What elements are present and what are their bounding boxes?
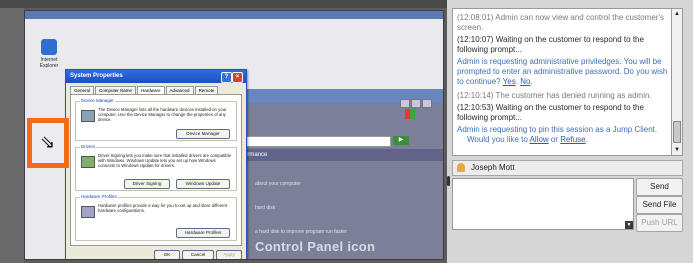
group-title: Hardware Profiles bbox=[80, 194, 118, 199]
left-strip bbox=[0, 8, 24, 263]
control-panel-big-text: Control Panel icon bbox=[255, 239, 376, 254]
remote-screen-view[interactable]: Internet Explorer ▶ Performance about yo… bbox=[24, 10, 444, 260]
hardware-profiles-icon bbox=[81, 206, 95, 218]
participant-row[interactable]: Joseph Mott bbox=[452, 160, 683, 176]
scroll-thumb[interactable] bbox=[673, 121, 681, 143]
device-manager-icon bbox=[81, 110, 95, 122]
allow-link[interactable]: Allow bbox=[530, 135, 549, 144]
chat-line: Admin is requesting to pin this session … bbox=[457, 125, 658, 134]
control-panel-window: ▶ Performance about your computer hard d… bbox=[225, 89, 443, 259]
help-icon[interactable]: ? bbox=[221, 72, 232, 83]
tab-general[interactable]: General bbox=[70, 86, 95, 94]
internet-explorer-desktop-icon[interactable]: Internet Explorer bbox=[31, 39, 67, 69]
windows-update-button[interactable]: Windows Update bbox=[176, 179, 230, 189]
chat-input[interactable]: ▼ bbox=[452, 178, 634, 230]
hardware-profiles-group: Hardware Profiles Hardware profiles prov… bbox=[75, 194, 237, 241]
desktop-icon-label: Internet Explorer bbox=[39, 57, 59, 69]
driver-signing-button[interactable]: Driver Signing bbox=[124, 179, 170, 189]
group-text: The Device Manager lists all the hardwar… bbox=[98, 107, 227, 122]
control-panel-text-2: hard disk bbox=[255, 205, 276, 211]
hardware-profiles-button[interactable]: Hardware Profiles bbox=[176, 228, 230, 238]
logo-watermark bbox=[628, 137, 670, 151]
close-icon[interactable] bbox=[422, 99, 432, 108]
chat-log[interactable]: (12:08:01) Admin can now view and contro… bbox=[452, 8, 672, 156]
send-button[interactable]: Send bbox=[636, 178, 683, 196]
push-url-button[interactable]: Push URL bbox=[636, 214, 683, 232]
tab-computer-name[interactable]: Computer Name bbox=[95, 86, 137, 94]
control-panel-text-3: a hard disk to improve program run faste… bbox=[255, 229, 347, 235]
dialog-titlebar: System Properties ? × bbox=[66, 70, 246, 83]
close-icon[interactable]: × bbox=[232, 72, 243, 83]
group-title: Device Manager bbox=[80, 98, 115, 103]
group-text: Hardware profiles provide a way for you … bbox=[98, 203, 228, 213]
chevron-down-icon[interactable]: ▼ bbox=[625, 221, 633, 229]
apply-button[interactable]: Apply bbox=[216, 250, 242, 259]
chat-line: (12:10:14) The customer has denied runni… bbox=[457, 91, 652, 100]
tab-remote[interactable]: Remote bbox=[194, 86, 219, 94]
tab-hardware[interactable]: Hardware bbox=[137, 86, 165, 94]
control-panel-strip: Performance bbox=[229, 149, 443, 161]
support-console: Internet Explorer ▶ Performance about yo… bbox=[0, 0, 693, 263]
cancel-button[interactable]: Cancel bbox=[182, 250, 214, 259]
chat-line: Admin is requesting administrative privi… bbox=[457, 57, 668, 86]
scroll-down-icon[interactable]: ▼ bbox=[672, 145, 682, 155]
drivers-icon bbox=[81, 156, 95, 168]
chat-line: (12:10:07) Waiting on the customer to re… bbox=[457, 35, 644, 54]
windows-logo-icon bbox=[405, 109, 415, 119]
send-file-button[interactable]: Send File bbox=[636, 196, 683, 214]
maximize-icon[interactable] bbox=[411, 99, 421, 108]
ie-icon bbox=[41, 39, 57, 55]
yes-link[interactable]: Yes bbox=[503, 77, 516, 86]
remote-top-band bbox=[25, 11, 443, 19]
chat-line: (12:10:53) Waiting on the customer to re… bbox=[457, 103, 644, 122]
address-bar[interactable] bbox=[229, 136, 391, 147]
person-icon bbox=[457, 163, 465, 172]
drivers-group: Drivers Driver Signing lets you make sur… bbox=[75, 144, 237, 191]
participant-name: Joseph Mott bbox=[471, 163, 515, 172]
scroll-up-icon[interactable]: ▲ bbox=[672, 9, 682, 19]
dialog-title: System Properties bbox=[70, 73, 123, 79]
remote-cursor-indicator: ⇘ bbox=[27, 118, 69, 168]
chat-panel: (12:08:01) Admin can now view and contro… bbox=[447, 0, 693, 263]
splitter-handle[interactable] bbox=[447, 176, 450, 186]
ok-button[interactable]: OK bbox=[154, 250, 180, 259]
no-link[interactable]: No bbox=[520, 77, 530, 86]
cursor-arrow-icon: ⇘ bbox=[40, 132, 56, 152]
device-manager-button[interactable]: Device Manager bbox=[176, 129, 230, 139]
dialog-body: Device Manager The Device Manager lists … bbox=[70, 94, 242, 246]
group-title: Drivers bbox=[80, 144, 97, 149]
dialog-tabs: General Computer Name Hardware Advanced Remo… bbox=[70, 86, 219, 94]
chat-line: (12:08:01) Admin can now view and contro… bbox=[457, 13, 664, 32]
chat-scrollbar[interactable]: ▲ ▼ bbox=[671, 8, 683, 156]
minimize-icon[interactable] bbox=[400, 99, 410, 108]
tab-advanced[interactable]: Advanced bbox=[165, 86, 194, 94]
device-manager-group: Device Manager The Device Manager lists … bbox=[75, 98, 237, 141]
system-properties-dialog: System Properties ? × General Computer Na… bbox=[65, 69, 247, 259]
control-panel-window-buttons bbox=[399, 95, 432, 113]
group-text: Driver Signing lets you make sure that i… bbox=[98, 153, 232, 168]
refuse-link[interactable]: Refuse bbox=[560, 135, 585, 144]
go-button[interactable]: ▶ bbox=[393, 136, 409, 145]
control-panel-text-1: about your computer bbox=[255, 181, 301, 187]
